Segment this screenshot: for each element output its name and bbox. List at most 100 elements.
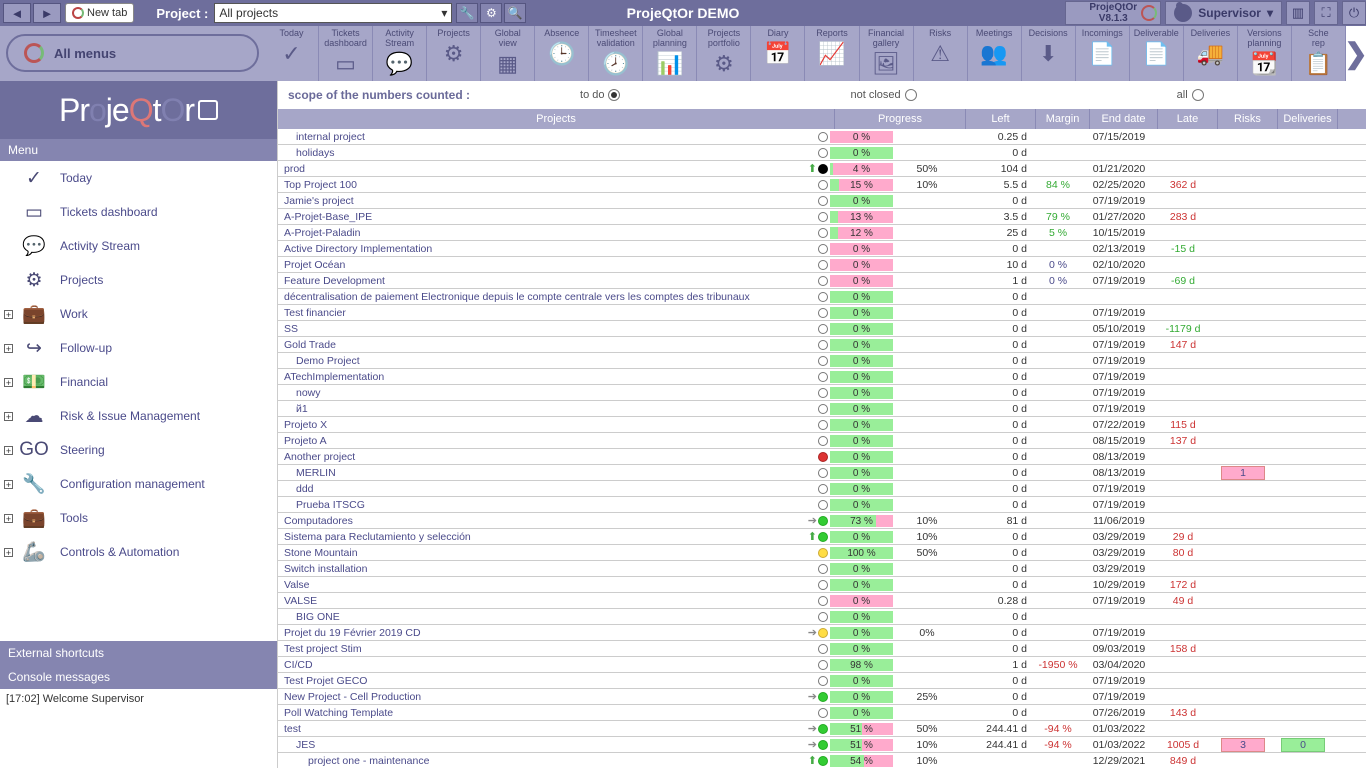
table-row[interactable]: Projet du 19 Février 2019 CD➔0 %0%0 d07/… xyxy=(278,625,1366,641)
table-row[interactable]: Test Projet GECO0 %0 d07/19/2019 xyxy=(278,673,1366,689)
hdr-deliveries[interactable]: Deliveries xyxy=(1278,109,1338,129)
hdr-left[interactable]: Left xyxy=(966,109,1036,129)
expand-icon[interactable]: + xyxy=(4,310,13,319)
toolbar-item[interactable]: Projects⚙ xyxy=(427,26,481,81)
table-row[interactable]: Jamie's project0 %0 d07/19/2019 xyxy=(278,193,1366,209)
layout-button[interactable]: ▥ xyxy=(1286,1,1310,25)
hdr-risks[interactable]: Risks xyxy=(1218,109,1278,129)
toolbar-item[interactable]: Versionsplanning📆 xyxy=(1238,26,1292,81)
table-row[interactable]: prod⬆4 %50%104 d01/21/2020 xyxy=(278,161,1366,177)
table-row[interactable]: project one - maintenance⬆54 %10%12/29/2… xyxy=(278,753,1366,768)
table-row[interactable]: Test project Stim0 %0 d09/03/2019158 d xyxy=(278,641,1366,657)
sidebar-item[interactable]: ⚙Projects xyxy=(0,263,277,297)
table-row[interactable]: ATechImplementation0 %0 d07/19/2019 xyxy=(278,369,1366,385)
table-row[interactable]: MERLIN0 %0 d08/13/20191 xyxy=(278,465,1366,481)
table-row[interactable]: Another project0 %0 d08/13/2019 xyxy=(278,449,1366,465)
table-row[interactable]: Projet Océan0 %10 d0 %02/10/2020 xyxy=(278,257,1366,273)
toolbar-item[interactable]: Scherep📋 xyxy=(1292,26,1346,81)
new-tab-button[interactable]: New tab xyxy=(65,3,134,23)
toolbar-item[interactable]: ActivityStream💬 xyxy=(373,26,427,81)
table-row[interactable]: SS0 %0 d05/10/2019-1179 d xyxy=(278,321,1366,337)
toolbar-item[interactable]: Incomings📄 xyxy=(1076,26,1130,81)
toolbar-item[interactable]: Decisions⬇ xyxy=(1022,26,1076,81)
all-menus-button[interactable]: All menus xyxy=(6,34,259,72)
toolbar-item[interactable]: Absence🕒 xyxy=(535,26,589,81)
table-row[interactable]: Prueba ITSCG0 %0 d07/19/2019 xyxy=(278,497,1366,513)
table-row[interactable]: Computadores➔73 %10%81 d11/06/2019 xyxy=(278,513,1366,529)
table-row[interactable]: internal project0 %0.25 d07/15/2019 xyxy=(278,129,1366,145)
hdr-progress[interactable]: Progress xyxy=(835,109,966,129)
sidebar-item[interactable]: +💼Work xyxy=(0,297,277,331)
sidebar-item[interactable]: +💼Tools xyxy=(0,501,277,535)
toolbar-item[interactable]: Meetings👥 xyxy=(968,26,1022,81)
sidebar-item[interactable]: +💵Financial xyxy=(0,365,277,399)
sidebar-item[interactable]: 💬Activity Stream xyxy=(0,229,277,263)
hdr-margin[interactable]: Margin xyxy=(1036,109,1090,129)
toolbar-item[interactable]: Risks⚠ xyxy=(914,26,968,81)
hdr-late[interactable]: Late xyxy=(1158,109,1218,129)
table-row[interactable]: JES➔51 %10%244.41 d-94 %01/03/20221005 d… xyxy=(278,737,1366,753)
expand-icon[interactable]: + xyxy=(4,548,13,557)
table-row[interactable]: Test financier0 %0 d07/19/2019 xyxy=(278,305,1366,321)
sidebar-item[interactable]: +🦾Controls & Automation xyxy=(0,535,277,569)
toolbar-item[interactable]: Deliveries🚚 xyxy=(1184,26,1238,81)
table-row[interactable]: test➔51 %50%244.41 d-94 %01/03/2022 xyxy=(278,721,1366,737)
table-row[interactable]: Projeto X0 %0 d07/22/2019115 d xyxy=(278,417,1366,433)
nav-fwd[interactable]: ► xyxy=(33,3,61,23)
toolbar-item[interactable]: Globalview▦ xyxy=(481,26,535,81)
table-row[interactable]: Poll Watching Template0 %0 d07/26/201914… xyxy=(278,705,1366,721)
sidebar-item[interactable]: +☁Risk & Issue Management xyxy=(0,399,277,433)
toolbar-item[interactable]: Today✓ xyxy=(265,26,319,81)
fullscreen-button[interactable]: ⛶ xyxy=(1314,1,1338,25)
table-row[interactable]: Feature Development0 %1 d0 %07/19/2019-6… xyxy=(278,273,1366,289)
table-row[interactable]: Gold Trade0 %0 d07/19/2019147 d xyxy=(278,337,1366,353)
table-row[interactable]: Sistema para Reclutamiento y selección⬆0… xyxy=(278,529,1366,545)
table-row[interactable]: Demo Project0 %0 d07/19/2019 xyxy=(278,353,1366,369)
logout-button[interactable]: ⏻ xyxy=(1342,1,1366,25)
expand-icon[interactable]: + xyxy=(4,514,13,523)
toolbar-item[interactable]: Financialgallery🖼 xyxy=(860,26,914,81)
hdr-projects[interactable]: Projects xyxy=(278,109,835,129)
table-row[interactable]: й10 %0 d07/19/2019 xyxy=(278,401,1366,417)
sidebar-item[interactable]: +↪Follow-up xyxy=(0,331,277,365)
table-row[interactable]: décentralisation de paiement Electroniqu… xyxy=(278,289,1366,305)
search-button[interactable]: 🔍 xyxy=(504,3,526,23)
toolbar-item[interactable]: Globalplanning📊 xyxy=(643,26,697,81)
scope-not-closed[interactable]: not closed xyxy=(850,89,916,101)
hdr-end[interactable]: End date xyxy=(1090,109,1158,129)
shortcuts-header[interactable]: External shortcuts xyxy=(0,641,277,665)
table-row[interactable]: nowy0 %0 d07/19/2019 xyxy=(278,385,1366,401)
table-row[interactable]: CI/CD98 %1 d-1950 %03/04/2020 xyxy=(278,657,1366,673)
table-row[interactable]: BIG ONE0 %0 d xyxy=(278,609,1366,625)
table-row[interactable]: A-Projet-Paladin12 %25 d5 %10/15/2019 xyxy=(278,225,1366,241)
scope-all[interactable]: all xyxy=(1177,89,1204,101)
toolbar-item[interactable]: Ticketsdashboard▭ xyxy=(319,26,373,81)
expand-icon[interactable]: + xyxy=(4,446,13,455)
sidebar-item[interactable]: +GOSteering xyxy=(0,433,277,467)
expand-icon[interactable]: + xyxy=(4,480,13,489)
table-row[interactable]: Valse0 %0 d10/29/2019172 d xyxy=(278,577,1366,593)
table-row[interactable]: holidays0 %0 d xyxy=(278,145,1366,161)
console-header[interactable]: Console messages xyxy=(0,665,277,689)
table-row[interactable]: Projeto A0 %0 d08/15/2019137 d xyxy=(278,433,1366,449)
toolbar-item[interactable]: Deliverable📄 xyxy=(1130,26,1184,81)
table-row[interactable]: Stone Mountain100 %50%0 d03/29/201980 d xyxy=(278,545,1366,561)
toolbar-item[interactable]: Reports📈 xyxy=(805,26,859,81)
nav-back[interactable]: ◄ xyxy=(3,3,31,23)
table-row[interactable]: Active Directory Implementation0 %0 d02/… xyxy=(278,241,1366,257)
version-box[interactable]: ProjeQtOr V8.1.3 xyxy=(1065,1,1161,25)
table-row[interactable]: A-Projet-Base_IPE13 %3.5 d79 %01/27/2020… xyxy=(278,209,1366,225)
table-row[interactable]: New Project - Cell Production➔0 %25%0 d0… xyxy=(278,689,1366,705)
table-row[interactable]: ddd0 %0 d07/19/2019 xyxy=(278,481,1366,497)
project-select[interactable]: All projects ▾ xyxy=(214,3,452,23)
expand-icon[interactable]: + xyxy=(4,344,13,353)
expand-icon[interactable]: + xyxy=(4,412,13,421)
table-row[interactable]: Top Project 10015 %10%5.5 d84 %02/25/202… xyxy=(278,177,1366,193)
toolbar-item[interactable]: Diary📅 xyxy=(751,26,805,81)
sidebar-item[interactable]: ▭Tickets dashboard xyxy=(0,195,277,229)
toolbar-scroll-right[interactable]: ❯ xyxy=(1346,26,1366,81)
table-row[interactable]: VALSE0 %0.28 d07/19/201949 d xyxy=(278,593,1366,609)
toolbar-item[interactable]: Projectsportfolio⚙ xyxy=(697,26,751,81)
table-row[interactable]: Switch installation0 %0 d03/29/2019 xyxy=(278,561,1366,577)
scope-todo[interactable]: to do xyxy=(580,89,620,101)
